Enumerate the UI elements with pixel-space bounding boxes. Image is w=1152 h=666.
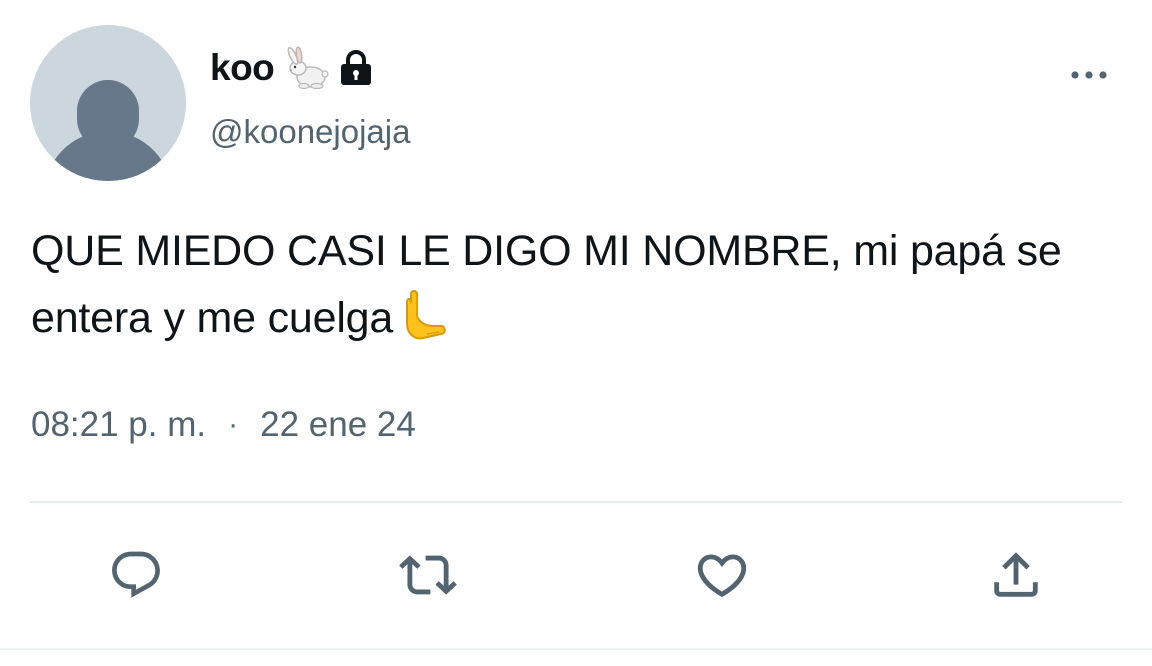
share-icon [994,552,1038,597]
share-button[interactable] [986,545,1046,605]
default-avatar-icon [44,80,172,181]
tweet-time[interactable]: 08:21 p. m. [31,405,206,445]
meta-separator: · [228,408,239,441]
avatar[interactable] [30,25,186,181]
display-name[interactable]: koo [210,47,275,89]
reply-button[interactable] [106,545,166,605]
rabbit-icon [284,46,330,90]
divider [30,501,1122,503]
more-options-button[interactable] [1066,62,1112,88]
tweet-metadata: 08:21 p. m. · 22 ene 24 [31,405,416,445]
tweet-date[interactable]: 22 ene 24 [260,405,416,445]
bottom-divider [0,648,1152,650]
retweet-icon [399,555,457,595]
user-handle[interactable]: @koonejojaja [210,113,410,151]
like-button[interactable] [692,545,752,605]
reply-icon [112,551,160,598]
more-icon [1071,71,1107,79]
name-row: koo [210,46,374,90]
retweet-button[interactable] [398,545,458,605]
hand-icon [401,288,447,344]
tweet: koo @koonejojaja QUE MIEDO CASI LE DIGO … [0,0,1152,666]
tweet-text: QUE MIEDO CASI LE DIGO MI NOMBRE, mi pap… [31,218,1146,352]
tweet-body: QUE MIEDO CASI LE DIGO MI NOMBRE, mi pap… [31,227,1062,342]
like-icon [697,554,747,598]
lock-icon [338,48,374,88]
